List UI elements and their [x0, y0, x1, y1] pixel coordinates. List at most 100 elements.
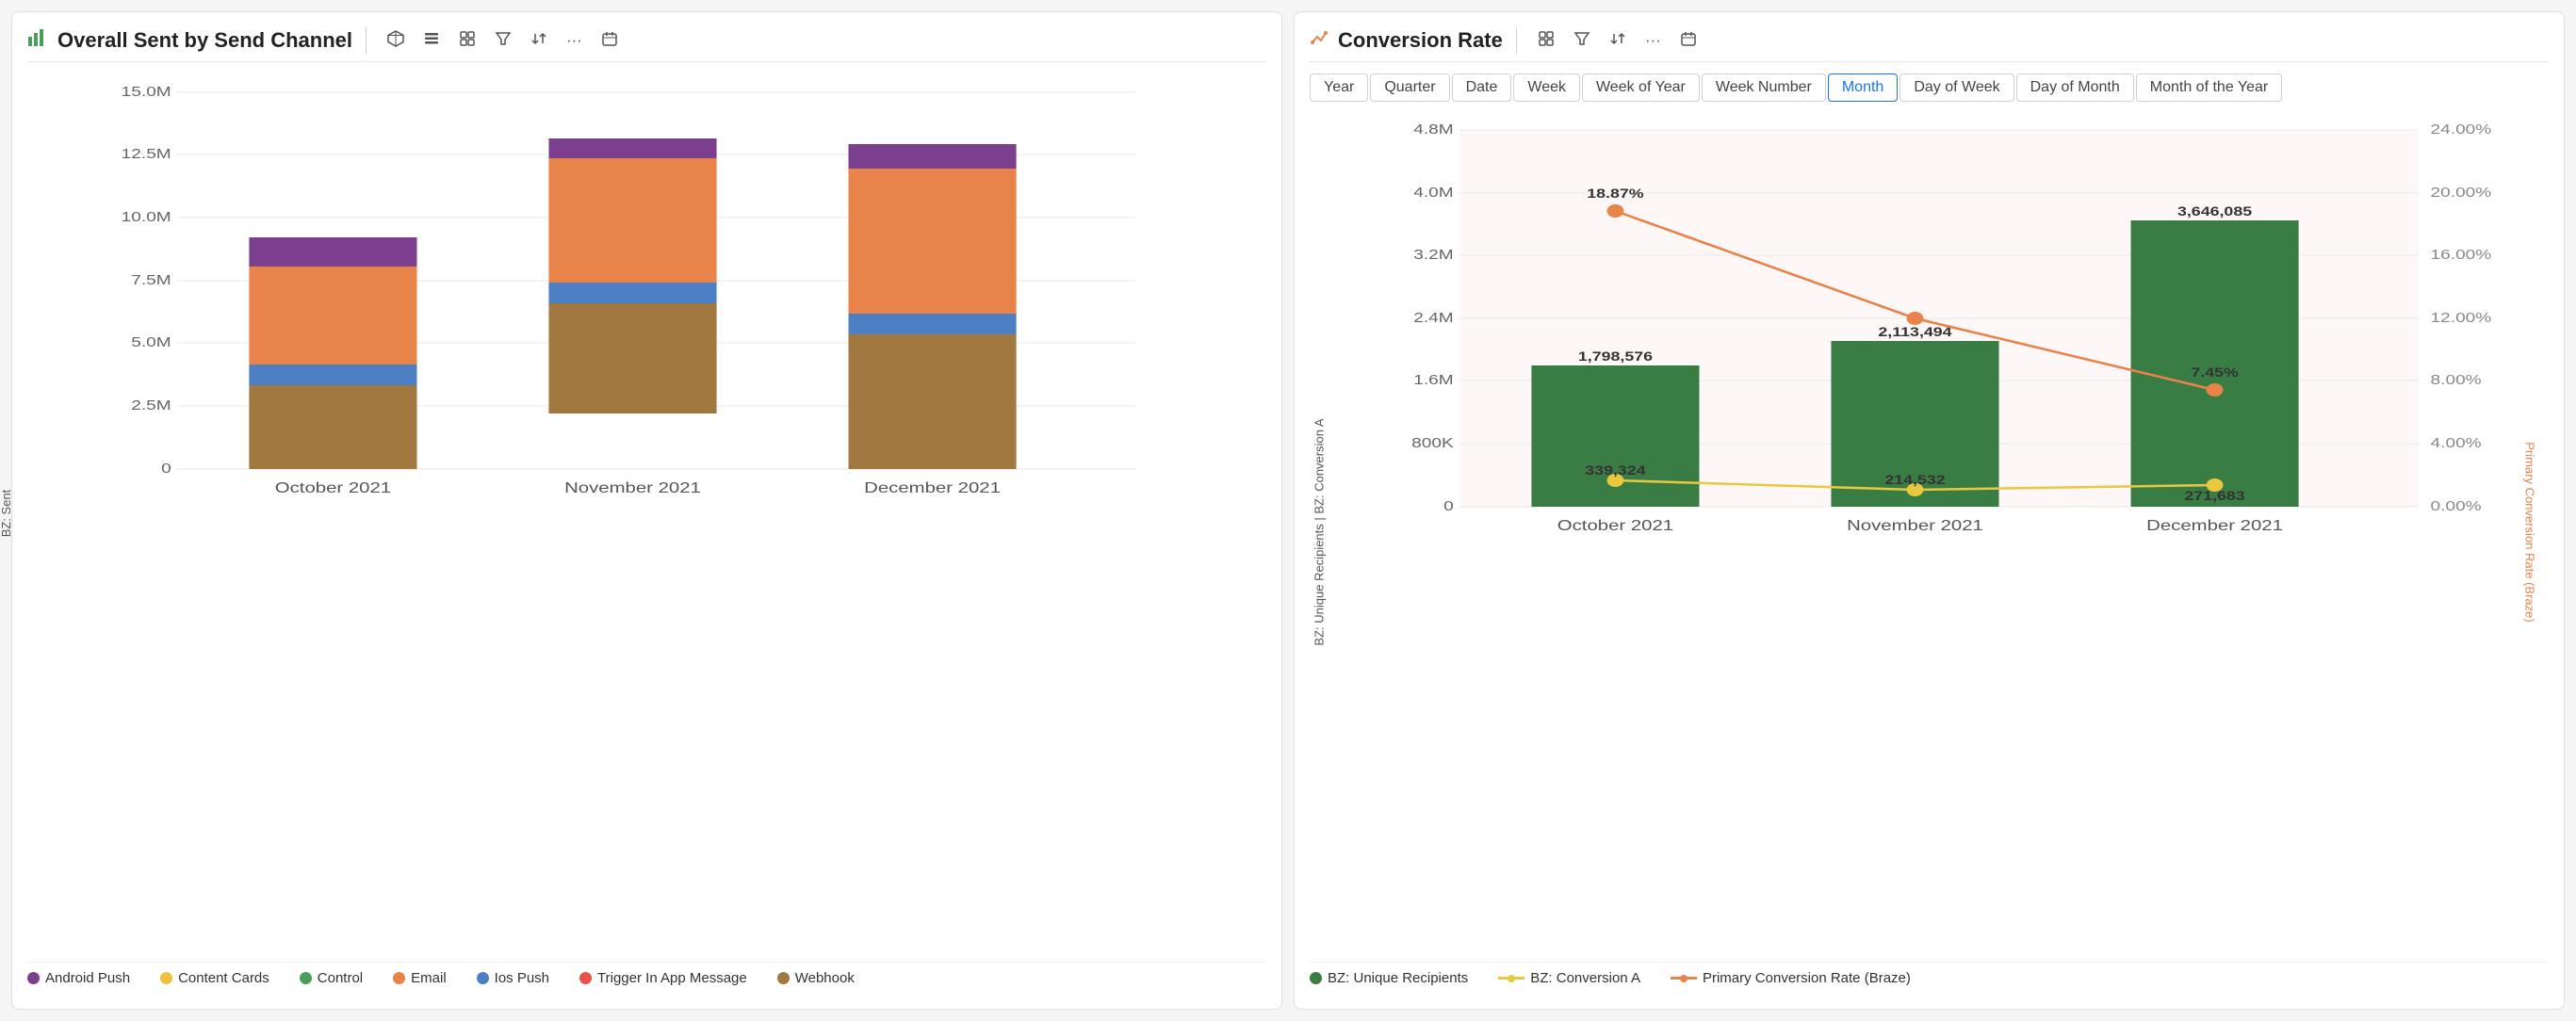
right-y-axis-right-label: Primary Conversion Rate (Braze): [2523, 410, 2537, 655]
bar-dec-email: [849, 169, 1017, 314]
tab-day-of-month[interactable]: Day of Month: [2016, 73, 2134, 102]
grid-icon[interactable]: [455, 28, 480, 54]
svg-text:20.00%: 20.00%: [2431, 184, 2492, 200]
legend-trigger: Trigger In App Message: [579, 970, 747, 986]
conversion-rate-dot-dec: [2207, 383, 2224, 397]
svg-text:7.5M: 7.5M: [131, 271, 171, 287]
bar-dec-webhook: [849, 334, 1017, 469]
svg-text:4.0M: 4.0M: [1413, 184, 1453, 200]
tab-quarter[interactable]: Quarter: [1370, 73, 1449, 102]
tab-month-of-year[interactable]: Month of the Year: [2136, 73, 2282, 102]
legend-trigger-label: Trigger In App Message: [597, 970, 747, 986]
bar-dec-ios: [849, 314, 1017, 334]
svg-text:October 2021: October 2021: [1557, 516, 1673, 533]
left-legend: Android Push Content Cards Control Email…: [27, 962, 1266, 994]
left-chart-area: BZ: Sent 15.0M 12.5M 10.0M 7.5M 5.0M 2.5…: [27, 73, 1266, 994]
tab-month[interactable]: Month: [1828, 73, 1898, 102]
legend-content-cards-dot: [160, 972, 172, 984]
right-y-axis-left-label: BZ: Unique Recipients | BZ: Conversion A: [1312, 400, 1327, 664]
svg-text:16.00%: 16.00%: [2431, 246, 2492, 262]
bar-nov-android: [548, 138, 716, 158]
right-sort-icon[interactable]: [1606, 28, 1630, 54]
legend-unique-recipients: BZ: Unique Recipients: [1310, 970, 1468, 986]
legend-email-label: Email: [411, 970, 447, 986]
svg-text:15.0M: 15.0M: [122, 83, 171, 99]
svg-text:18.87%: 18.87%: [1587, 187, 1643, 202]
svg-text:271,683: 271,683: [2184, 490, 2244, 504]
svg-text:1,798,576: 1,798,576: [1578, 350, 1653, 365]
bar-oct-email: [249, 267, 416, 365]
legend-unique-recipients-dot: [1310, 972, 1322, 984]
tab-week-number[interactable]: Week Number: [1702, 73, 1826, 102]
svg-text:800K: 800K: [1411, 434, 1454, 450]
filter-icon[interactable]: [491, 28, 515, 54]
bar-nov-webhook: [548, 303, 716, 413]
svg-text:October 2021: October 2021: [275, 478, 391, 495]
right-panel-title: Conversion Rate: [1338, 28, 1503, 53]
conversion-icon: [1310, 28, 1329, 53]
left-y-axis-label: BZ: Sent: [0, 489, 13, 537]
sort-icon[interactable]: [527, 28, 551, 54]
tab-week[interactable]: Week: [1513, 73, 1580, 102]
svg-text:2,113,494: 2,113,494: [1878, 326, 1951, 340]
conversion-rate-dot-nov: [1907, 312, 1924, 325]
list-icon[interactable]: [419, 28, 444, 54]
svg-text:3.2M: 3.2M: [1413, 246, 1453, 262]
svg-text:7.45%: 7.45%: [2191, 366, 2238, 381]
tab-year[interactable]: Year: [1310, 73, 1368, 102]
svg-text:214,532: 214,532: [1884, 474, 1945, 488]
right-chart-svg: 4.8M 4.0M 3.2M 2.4M 1.6M 800K 0 24.00% 2…: [1376, 111, 2454, 563]
right-panel-header: Conversion Rate: [1310, 27, 2549, 62]
left-panel-title: Overall Sent by Send Channel: [57, 28, 352, 53]
legend-ios: Ios Push: [477, 970, 549, 986]
svg-text:2.4M: 2.4M: [1413, 309, 1453, 325]
calendar-icon[interactable]: [597, 28, 622, 54]
legend-email: Email: [393, 970, 447, 986]
legend-unique-recipients-label: BZ: Unique Recipients: [1328, 970, 1468, 986]
svg-text:12.5M: 12.5M: [122, 145, 171, 161]
legend-webhook-dot: [777, 972, 790, 984]
chart-icon: [27, 27, 48, 54]
legend-primary-conversion-line: [1671, 977, 1697, 980]
legend-control: Control: [300, 970, 363, 986]
legend-trigger-dot: [579, 972, 592, 984]
left-panel: Overall Sent by Send Channel: [11, 11, 1282, 1010]
bar-oct-webhook: [249, 385, 416, 469]
right-header-divider: [1516, 27, 1517, 54]
svg-text:2.5M: 2.5M: [131, 397, 171, 413]
svg-text:December 2021: December 2021: [2146, 516, 2283, 533]
right-grid-icon[interactable]: [1534, 28, 1558, 54]
left-chart-svg: 15.0M 12.5M 10.0M 7.5M 5.0M 2.5M 0: [93, 73, 1172, 526]
tab-date[interactable]: Date: [1452, 73, 1512, 102]
bar-nov-email: [548, 158, 716, 283]
legend-conversion-a: BZ: Conversion A: [1498, 970, 1640, 986]
legend-conversion-a-label: BZ: Conversion A: [1530, 970, 1640, 986]
svg-text:24.00%: 24.00%: [2431, 121, 2492, 137]
tab-day-of-week[interactable]: Day of Week: [1899, 73, 2014, 102]
legend-webhook: Webhook: [777, 970, 855, 986]
cube-icon[interactable]: [383, 28, 408, 54]
svg-text:10.0M: 10.0M: [122, 208, 171, 224]
svg-text:0: 0: [1443, 497, 1454, 513]
left-panel-header: Overall Sent by Send Channel: [27, 27, 1266, 62]
right-filter-icon[interactable]: [1570, 28, 1594, 54]
svg-text:0.00%: 0.00%: [2431, 497, 2482, 513]
legend-android: Android Push: [27, 970, 130, 986]
legend-webhook-label: Webhook: [795, 970, 855, 986]
right-chart-area: BZ: Unique Recipients | BZ: Conversion A…: [1310, 111, 2549, 994]
conversion-rate-dot-oct: [1607, 204, 1624, 218]
time-tabs: Year Quarter Date Week Week of Year Week…: [1310, 73, 2549, 102]
svg-text:November 2021: November 2021: [1847, 516, 1983, 533]
legend-ios-dot: [477, 972, 489, 984]
svg-text:4.00%: 4.00%: [2431, 434, 2482, 450]
bar-oct-ios: [249, 365, 416, 385]
tab-week-of-year[interactable]: Week of Year: [1582, 73, 1700, 102]
right-calendar-icon[interactable]: [1676, 28, 1701, 54]
svg-text:8.00%: 8.00%: [2431, 371, 2482, 387]
svg-text:339,324: 339,324: [1585, 464, 1645, 478]
svg-text:5.0M: 5.0M: [131, 333, 171, 349]
legend-primary-conversion-label: Primary Conversion Rate (Braze): [1703, 970, 1911, 986]
bar-dec-android: [849, 144, 1017, 169]
right-more-icon[interactable]: ···: [1641, 29, 1665, 52]
more-icon[interactable]: ···: [562, 29, 586, 52]
